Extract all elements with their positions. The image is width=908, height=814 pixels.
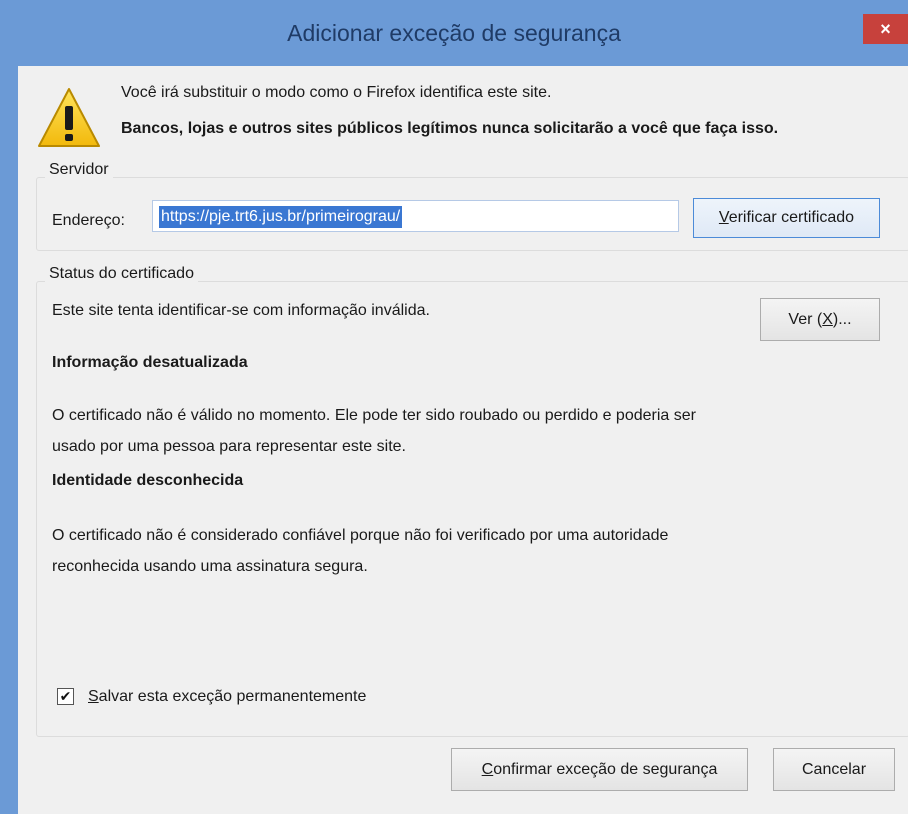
certificate-status-group xyxy=(36,281,908,737)
status-group-label: Status do certificado xyxy=(45,265,198,283)
save-permanent-checkbox[interactable]: ✔ xyxy=(57,688,74,705)
status-summary: Este site tenta identificar-se com infor… xyxy=(52,302,430,319)
address-value-selected: https://pje.trt6.jus.br/primeirograu/ xyxy=(159,206,403,228)
verify-label: erificar certificado xyxy=(728,209,855,226)
section-outdated-title: Informação desatualizada xyxy=(52,354,248,371)
verify-accel: V xyxy=(718,209,729,226)
confirm-label: onfirmar exceção de segurança xyxy=(493,761,718,778)
confirm-exception-button[interactable]: Confirmar exceção de segurança xyxy=(451,748,748,791)
close-icon: × xyxy=(880,19,891,39)
checkmark-icon: ✔ xyxy=(59,688,72,704)
title-bar[interactable]: Adicionar exceção de segurança × xyxy=(0,0,908,66)
dialog-title: Adicionar exceção de segurança xyxy=(287,20,621,46)
address-label: Endereço: xyxy=(52,212,125,229)
dialog-window: Adicionar exceção de segurança × Você ir… xyxy=(0,0,908,814)
save-accel: S xyxy=(88,688,99,705)
save-permanent-label[interactable]: Salvar esta exceção permanentemente xyxy=(88,688,366,706)
section-outdated-line1: O certificado não é válido no momento. E… xyxy=(52,407,696,424)
section-unknown-title: Identidade desconhecida xyxy=(52,472,244,489)
warning-message: Você irá substituir o modo como o Firefo… xyxy=(121,84,552,101)
save-label-rest: alvar esta exceção permanentemente xyxy=(98,688,367,705)
verify-certificate-button[interactable]: Verificar certificado xyxy=(693,198,880,238)
view-label-before: Ver ( xyxy=(788,311,823,328)
close-button[interactable]: × xyxy=(863,14,908,44)
address-input[interactable]: https://pje.trt6.jus.br/primeirograu/ xyxy=(152,200,679,232)
view-accel: X xyxy=(822,311,833,328)
section-unknown-line1: O certificado não é considerado confiáve… xyxy=(52,527,669,544)
warning-triangle-icon xyxy=(38,88,100,147)
cancel-button[interactable]: Cancelar xyxy=(773,748,895,791)
section-unknown-line2: reconhecida usando uma assinatura segura… xyxy=(52,558,368,575)
confirm-accel: C xyxy=(481,761,494,778)
dialog-body: Você irá substituir o modo como o Firefo… xyxy=(18,66,908,814)
view-certificate-button[interactable]: Ver (X)... xyxy=(760,298,880,341)
section-outdated-line2: usado por uma pessoa para representar es… xyxy=(52,438,406,455)
view-label-after: )... xyxy=(832,311,852,328)
warning-emphasis: Bancos, lojas e outros sites públicos le… xyxy=(121,120,779,137)
server-group-label: Servidor xyxy=(45,161,113,179)
